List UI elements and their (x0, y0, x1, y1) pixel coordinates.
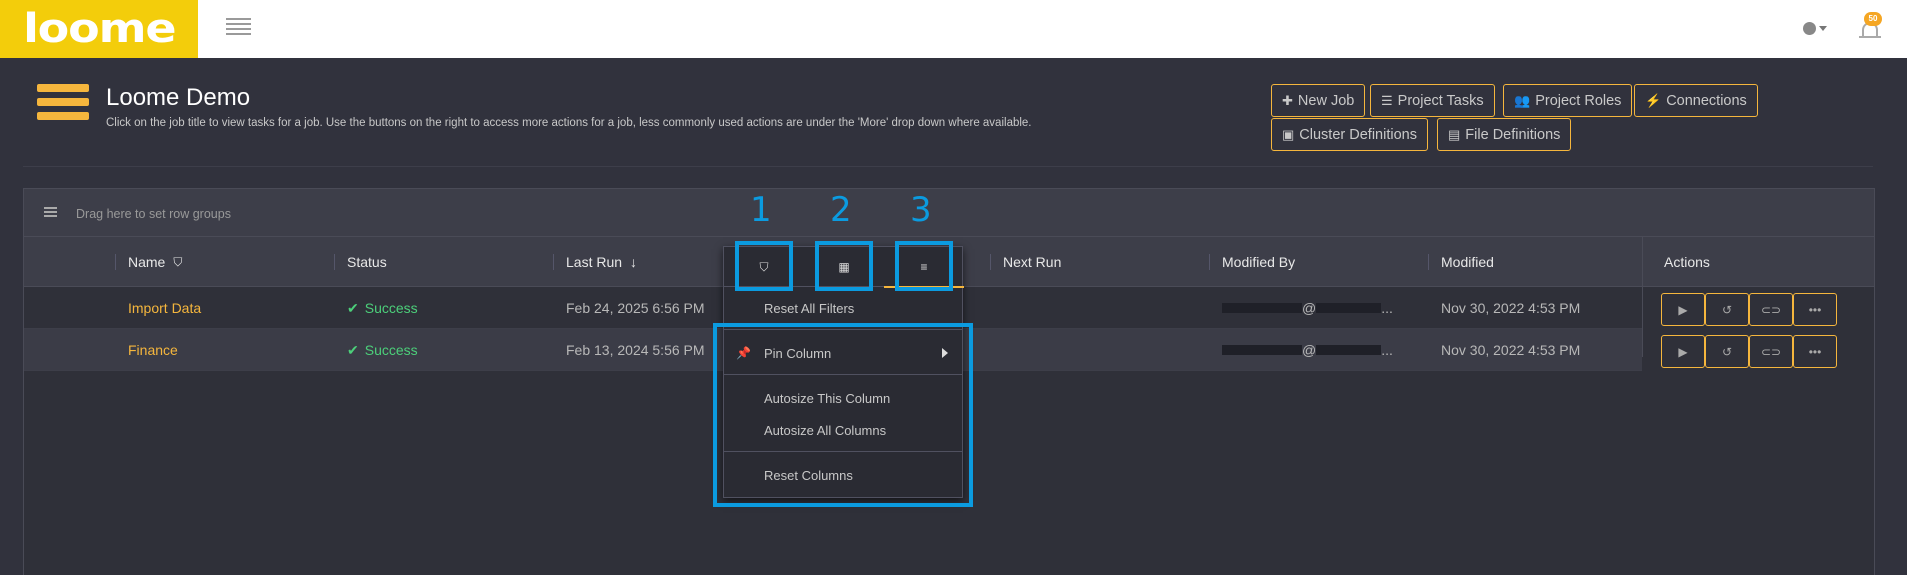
column-header-next-run[interactable]: Next Run (990, 237, 1061, 287)
status-cell: ✔ Success (347, 341, 418, 359)
last-run-cell: Feb 24, 2025 6:56 PM (566, 300, 705, 316)
sort-descending-icon: ↓ (630, 254, 638, 270)
highlight-box-menu-items (713, 323, 973, 507)
language-selector[interactable] (1803, 19, 1831, 37)
status-cell: ✔ Success (347, 299, 418, 317)
row-group-placeholder: Drag here to set row groups (76, 207, 231, 221)
check-icon: ✔ (347, 341, 359, 358)
caret-down-icon (1819, 25, 1827, 31)
menu-item-reset-filters[interactable]: Reset All Filters (724, 294, 962, 322)
file-definitions-button[interactable]: ▤ File Definitions (1437, 118, 1572, 151)
check-icon: ✔ (347, 299, 359, 316)
page-title: Loome Demo (106, 84, 251, 111)
file-icon: ▤ (1448, 126, 1461, 142)
history-icon: ↺ (1721, 302, 1733, 317)
hamburger-menu-icon[interactable] (226, 18, 251, 36)
column-header-modified-by[interactable]: Modified By (1209, 237, 1295, 287)
project-tasks-button[interactable]: ☰ Project Tasks (1370, 84, 1495, 117)
last-run-cell: Feb 13, 2024 5:56 PM (566, 342, 705, 358)
run-job-button[interactable]: ▶ (1661, 293, 1705, 326)
page-description: Click on the job title to view tasks for… (106, 117, 1032, 129)
logo-text: loome (22, 6, 177, 52)
notifications-bell-icon[interactable]: 50 (1859, 12, 1882, 42)
column-header-actions: Actions (1664, 254, 1710, 270)
plus-icon: ✚ (1282, 92, 1293, 108)
toggle-button[interactable]: ⊂⊃ (1749, 335, 1793, 368)
annotation-number-2: 2 (830, 190, 852, 230)
tasks-icon: ☰ (1381, 92, 1393, 108)
highlight-box-filter-tab (735, 241, 793, 291)
annotation-number-3: 3 (910, 190, 932, 230)
more-button[interactable]: ••• (1793, 335, 1837, 368)
play-icon: ▶ (1678, 302, 1688, 317)
cluster-definitions-button[interactable]: ▣ Cluster Definitions (1271, 118, 1428, 151)
modified-by-cell: @... (1222, 287, 1393, 329)
highlight-box-columns-tab (815, 241, 873, 291)
column-header-name[interactable]: Name ⛉ (115, 237, 183, 287)
top-bar: loome 50 (0, 0, 1907, 58)
toggle-icon: ⊂⊃ (1760, 344, 1782, 359)
annotation-number-1: 1 (750, 190, 772, 230)
new-job-button[interactable]: ✚ New Job (1271, 84, 1366, 117)
project-roles-button[interactable]: 👥 Project Roles (1503, 84, 1633, 117)
connections-button[interactable]: ⚡ Connections (1634, 84, 1758, 117)
loome-logo[interactable]: loome (0, 0, 198, 58)
globe-icon (1803, 21, 1816, 35)
run-job-button[interactable]: ▶ (1661, 335, 1705, 368)
more-icon: ••• (1808, 302, 1822, 317)
modified-cell: Nov 30, 2022 4:53 PM (1441, 342, 1581, 358)
play-icon: ▶ (1678, 344, 1688, 359)
group-list-icon (44, 207, 57, 219)
modified-by-cell: @... (1222, 329, 1393, 371)
history-button[interactable]: ↺ (1705, 293, 1749, 326)
history-icon: ↺ (1721, 344, 1733, 359)
column-header-last-run[interactable]: Last Run ↓ (553, 237, 638, 287)
filter-active-icon: ⛉ (173, 254, 183, 269)
toggle-icon: ⊂⊃ (1760, 302, 1782, 317)
cluster-icon: ▣ (1282, 126, 1295, 142)
jobs-list-icon (37, 84, 89, 128)
more-button[interactable]: ••• (1793, 293, 1837, 326)
toggle-button[interactable]: ⊂⊃ (1749, 293, 1793, 326)
header-divider (23, 166, 1873, 167)
more-icon: ••• (1808, 344, 1822, 359)
job-name-link[interactable]: Finance (128, 329, 178, 371)
column-header-status[interactable]: Status (334, 237, 387, 287)
job-name-link[interactable]: Import Data (128, 287, 201, 329)
notification-badge: 50 (1864, 12, 1882, 26)
column-header-modified[interactable]: Modified (1428, 237, 1494, 287)
highlight-box-menu-tab (895, 241, 953, 291)
row-group-drop-zone[interactable]: Drag here to set row groups (24, 189, 1874, 237)
plug-icon: ⚡ (1645, 92, 1662, 108)
users-icon: 👥 (1514, 92, 1531, 108)
history-button[interactable]: ↺ (1705, 335, 1749, 368)
actions-column-divider (1642, 237, 1643, 357)
modified-cell: Nov 30, 2022 4:53 PM (1441, 300, 1581, 316)
